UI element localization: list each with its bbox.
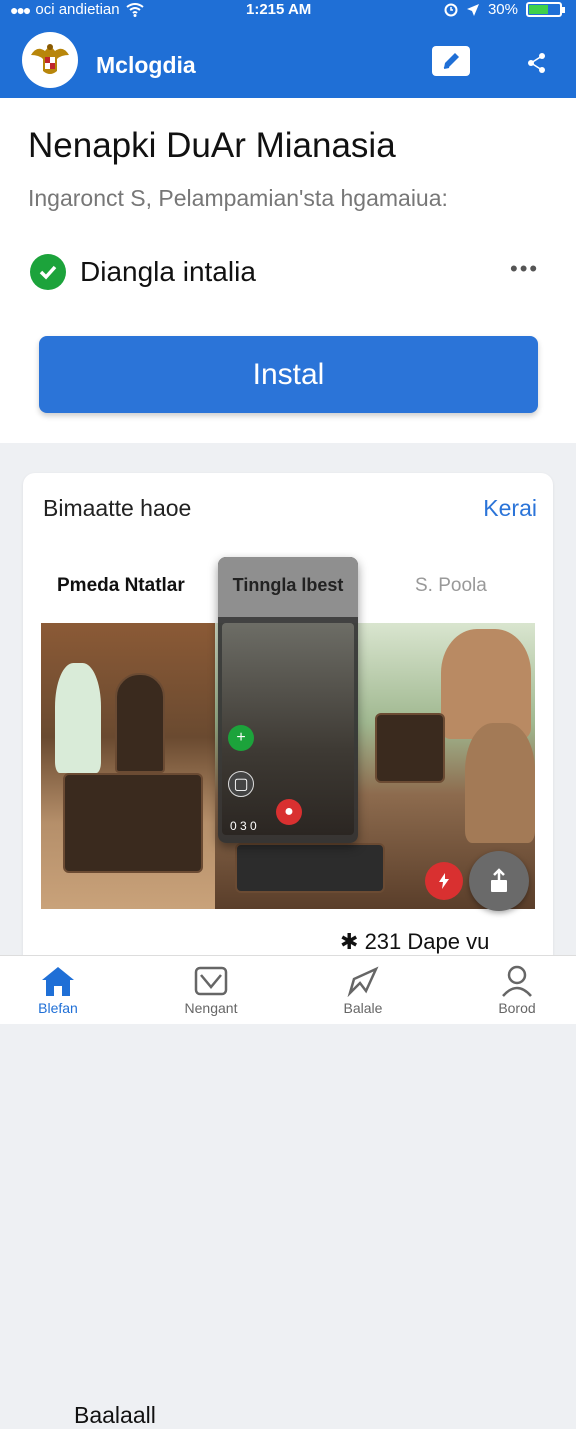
status-bar: ●●● oci andietian 1:215 AM 30% <box>0 0 576 22</box>
mail-icon <box>194 966 228 996</box>
preview-overlay[interactable]: Tinngla lbest + ▢ ● 0 3 0 <box>218 557 358 843</box>
laptop-device <box>235 843 385 893</box>
add-icon[interactable]: + <box>228 725 254 751</box>
battery-icon <box>526 2 565 17</box>
check-icon <box>30 254 66 290</box>
nav-label-profile: Borod <box>498 1000 536 1016</box>
radio-device <box>63 773 203 873</box>
tab-third[interactable]: S. Poola <box>415 575 487 597</box>
clock: 1:215 AM <box>246 1 312 18</box>
app-subtitle: Ingaronct S, Pelampamian'sta hgamaiua: <box>28 185 448 211</box>
wifi-icon <box>126 2 144 17</box>
signal-icon: ●●● <box>10 1 31 18</box>
nav-label-home: Blefan <box>38 1000 78 1016</box>
upload-icon <box>491 868 507 892</box>
install-button[interactable]: Instal <box>39 336 538 413</box>
card-title: Bimaatte haoe <box>43 495 192 521</box>
flash-button[interactable] <box>425 862 463 900</box>
more-options-icon[interactable]: ••• <box>510 256 539 282</box>
footer-right-text: 231 Dape vu <box>364 929 490 954</box>
nav-item-home[interactable]: Blefan <box>3 962 113 1016</box>
lightning-icon <box>439 873 449 889</box>
alarm-icon <box>444 3 458 16</box>
tab-first[interactable]: Pmeda Ntatlar <box>57 575 185 597</box>
app-title: Nenapki DuAr Mianasia <box>28 126 396 165</box>
home-icon <box>42 967 74 996</box>
battery-percent: 30% <box>487 1 518 18</box>
install-status: Diangla intalia <box>80 256 256 287</box>
card-footer-left: Baalaall <box>74 1402 156 1428</box>
bag-icon[interactable]: ▢ <box>228 771 254 797</box>
app-name: Mclogdia <box>96 52 196 78</box>
carrier-group: ●●● oci andietian <box>10 1 144 18</box>
app-header-section: Nenapki DuAr Mianasia Ingaronct S, Pelam… <box>0 98 576 443</box>
speaker-device <box>115 673 165 773</box>
radio-device <box>375 713 445 783</box>
card-link[interactable]: Kerai <box>483 495 537 522</box>
nav-item-profile[interactable]: Borod <box>462 962 572 1016</box>
share-icon <box>528 53 545 73</box>
profile-icon <box>502 965 532 997</box>
nav-label-send: Balale <box>343 1000 383 1016</box>
app-bar: Mclogdia <box>0 22 576 98</box>
bottom-nav: Blefan Nengant Balale Borod <box>0 955 576 1024</box>
person-figure <box>441 629 531 739</box>
edit-button[interactable] <box>432 46 470 76</box>
record-icon[interactable]: ● <box>276 799 302 825</box>
status-right: 30% <box>444 1 565 18</box>
person-figure <box>55 663 101 773</box>
asterisk-icon: ✱ <box>340 929 359 954</box>
tab-second[interactable]: Tinngla lbest <box>218 575 358 596</box>
location-icon <box>466 3 479 16</box>
pencil-icon <box>443 53 459 69</box>
share-fab-button[interactable] <box>469 851 529 911</box>
nav-item-mail[interactable]: Nengant <box>156 962 266 1016</box>
card-footer-right: ✱ 231 Dape vu <box>340 929 489 955</box>
share-button[interactable] <box>522 48 552 78</box>
send-icon <box>347 966 379 997</box>
photo-scene-left <box>41 623 215 909</box>
nav-label-mail: Nengant <box>184 1000 238 1016</box>
person-figure <box>465 723 535 843</box>
garuda-logo <box>22 32 78 88</box>
nav-item-send[interactable]: Balale <box>308 962 418 1016</box>
carrier-name: oci andietian <box>35 1 120 18</box>
overlay-count: 0 3 0 <box>230 819 257 833</box>
